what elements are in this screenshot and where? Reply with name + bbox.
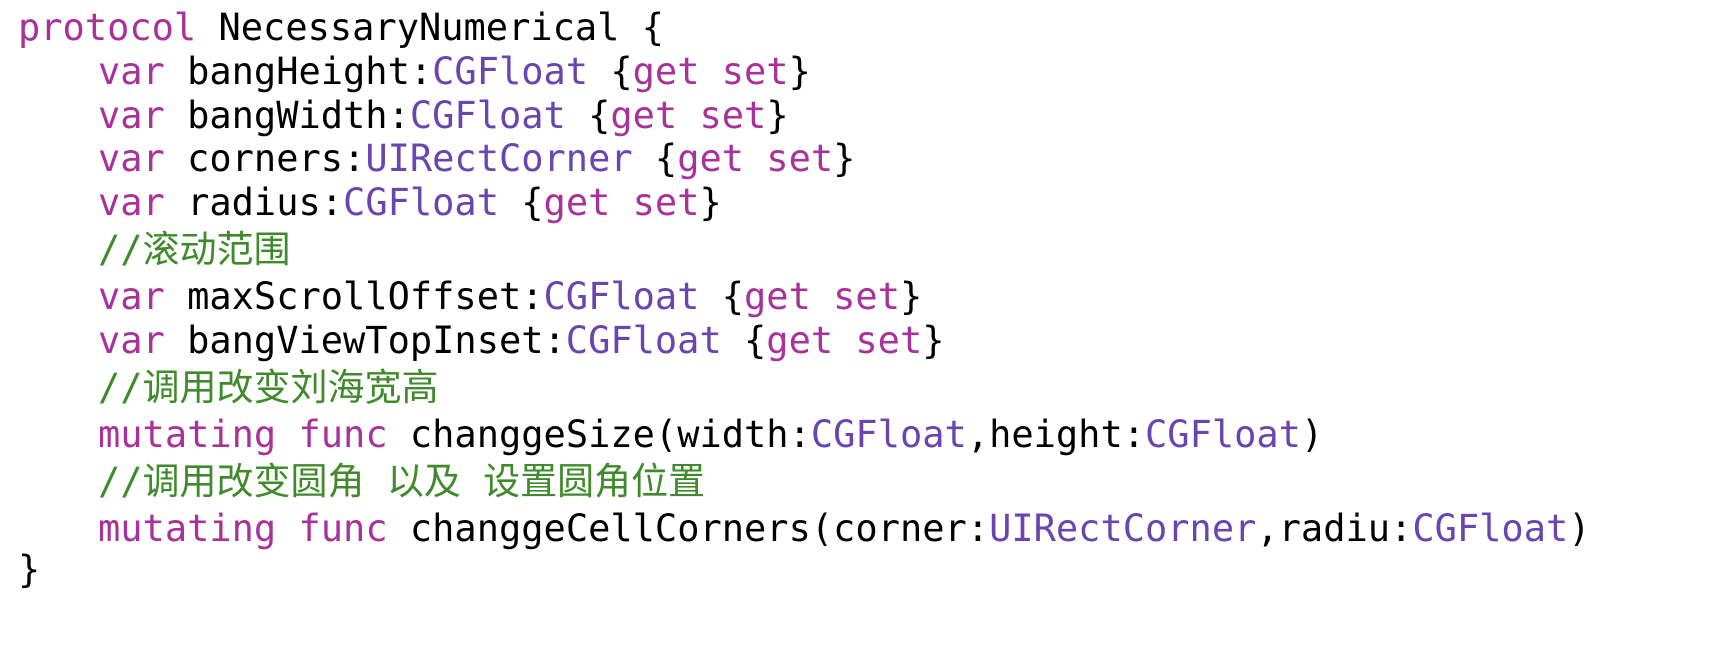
code-token-plain: radius: bbox=[164, 181, 344, 224]
code-comment-line: //滚动范围 bbox=[98, 228, 291, 272]
code-token-type: UIRectCorner bbox=[365, 137, 633, 180]
code-token-plain: } bbox=[833, 137, 856, 180]
code-token-plain: { bbox=[721, 319, 767, 362]
code-line: var bangHeight:CGFloat {get set} bbox=[98, 50, 811, 94]
code-token-keyword: get bbox=[766, 319, 834, 362]
code-line: var radius:CGFloat {get set} bbox=[98, 181, 722, 225]
code-token-comment: //调用改变刘海宽高 bbox=[98, 366, 439, 409]
code-token-keyword: var bbox=[98, 181, 165, 224]
code-token-plain: ,height: bbox=[966, 413, 1146, 456]
code-line: } bbox=[18, 548, 40, 592]
code-token-keyword: get bbox=[543, 181, 611, 224]
code-token-keyword: get bbox=[677, 137, 745, 180]
code-token-plain: NecessaryNumerical { bbox=[196, 6, 665, 49]
code-token-plain: { bbox=[699, 275, 745, 318]
code-token-keyword: set bbox=[699, 94, 767, 137]
code-token-plain: ) bbox=[1300, 413, 1324, 456]
code-token-plain: ) bbox=[1568, 507, 1591, 550]
code-token-keyword: mutating bbox=[98, 507, 277, 550]
code-line: mutating func changgeSize(width:CGFloat,… bbox=[98, 413, 1323, 457]
code-token-keyword: var bbox=[98, 275, 165, 318]
code-token-plain: } bbox=[766, 94, 789, 137]
code-token-plain: bangWidth: bbox=[164, 94, 410, 137]
code-token-keyword: var bbox=[98, 319, 165, 362]
code-token-plain: { bbox=[588, 50, 633, 93]
code-token-type: CGFloat bbox=[565, 319, 722, 362]
code-token-keyword: set bbox=[632, 181, 700, 224]
code-token-plain: { bbox=[632, 137, 678, 180]
code-token-plain: } bbox=[18, 548, 41, 591]
code-token-type: CGFloat bbox=[1412, 507, 1569, 550]
code-token-plain: bangViewTopInset: bbox=[164, 319, 566, 362]
code-token-keyword: mutating bbox=[98, 413, 277, 456]
code-line: var maxScrollOffset:CGFloat {get set} bbox=[98, 275, 922, 319]
code-line: protocol NecessaryNumerical { bbox=[18, 6, 664, 50]
code-token-keyword: set bbox=[766, 137, 834, 180]
code-token-plain: bangHeight: bbox=[164, 50, 433, 93]
code-token-keyword: set bbox=[721, 50, 789, 93]
code-token-keyword: func bbox=[298, 413, 388, 456]
code-line: var bangViewTopInset:CGFloat {get set} bbox=[98, 319, 945, 363]
code-token-type: UIRectCorner bbox=[989, 507, 1257, 550]
code-token-keyword: var bbox=[98, 94, 165, 137]
code-token-plain: { bbox=[498, 181, 544, 224]
code-token-plain: } bbox=[788, 50, 811, 93]
code-token-keyword: func bbox=[298, 507, 388, 550]
code-token-plain: changgeCellCorners(corner: bbox=[387, 507, 990, 550]
code-token-plain: } bbox=[899, 275, 923, 318]
code-token-keyword: set bbox=[833, 275, 900, 318]
code-token-type: CGFloat bbox=[409, 94, 566, 137]
code-token-type: CGFloat bbox=[810, 413, 967, 456]
code-token-plain: corners: bbox=[164, 137, 366, 180]
code-token-plain: ,radiu: bbox=[1256, 507, 1413, 550]
code-token-keyword: get bbox=[744, 275, 811, 318]
code-token-plain: maxScrollOffset: bbox=[164, 275, 544, 318]
code-token-plain: } bbox=[699, 181, 722, 224]
code-line: mutating func changgeCellCorners(corner:… bbox=[98, 507, 1591, 551]
code-line: var bangWidth:CGFloat {get set} bbox=[98, 94, 789, 138]
code-comment-line: //调用改变刘海宽高 bbox=[98, 366, 439, 410]
code-token-keyword: var bbox=[98, 50, 165, 93]
code-token-plain: } bbox=[922, 319, 945, 362]
code-token-type: CGFloat bbox=[432, 50, 589, 93]
code-token-plain: changgeSize(width: bbox=[387, 413, 811, 456]
code-token-keyword: get bbox=[610, 94, 678, 137]
code-token-keyword: get bbox=[632, 50, 700, 93]
code-comment-line: //调用改变圆角 以及 设置圆角位置 bbox=[98, 460, 705, 504]
code-token-keyword: set bbox=[855, 319, 923, 362]
code-token-plain: { bbox=[565, 94, 611, 137]
code-token-comment: //调用改变圆角 以及 设置圆角位置 bbox=[98, 460, 706, 503]
code-token-type: CGFloat bbox=[1145, 413, 1301, 456]
code-token-type: CGFloat bbox=[343, 181, 499, 224]
code-token-comment: //滚动范围 bbox=[98, 228, 291, 271]
code-line: var corners:UIRectCorner {get set} bbox=[98, 137, 855, 181]
code-token-keyword: protocol bbox=[18, 6, 197, 49]
code-token-keyword: var bbox=[98, 137, 165, 180]
code-token-type: CGFloat bbox=[543, 275, 700, 318]
